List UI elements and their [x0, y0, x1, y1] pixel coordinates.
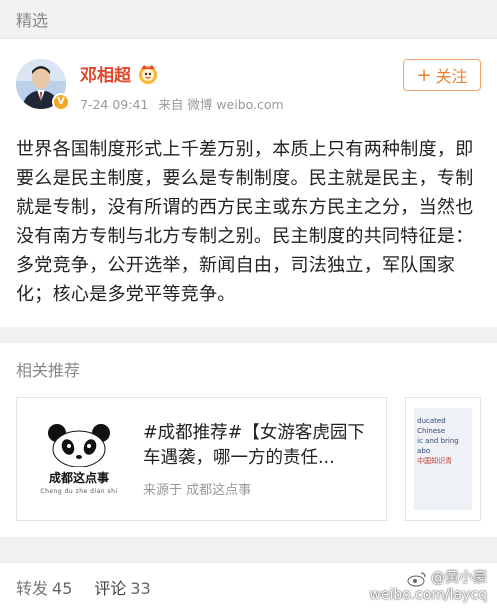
- secondary-line: ducated Chinese: [417, 417, 446, 435]
- watermark-url: weibo.com/laycq: [369, 587, 487, 603]
- plus-icon: +: [416, 64, 432, 86]
- post-meta: 邓相超 7-24 09:41 来自 微博 weibo.com: [80, 55, 290, 113]
- post-source: 来自 微博 weibo.com: [158, 97, 284, 112]
- avatar[interactable]: V: [16, 59, 70, 111]
- recommend-card[interactable]: 成都这点事 Cheng du zhe dian shi #成都推荐#【女游客虎园…: [16, 397, 388, 521]
- panda-logo-icon: 成都这点事 Cheng du zhe dian shi: [29, 409, 129, 509]
- repost-label: 转发: [16, 578, 49, 598]
- weibo-post: V 邓相超 7-24 09:41 来自 微博 weibo.com + 关注 世界…: [0, 38, 497, 327]
- recommend-title: 相关推荐: [16, 361, 81, 380]
- watermark-handle: @黄小豪: [431, 570, 487, 586]
- section-divider: [0, 327, 497, 343]
- username[interactable]: 邓相超: [80, 61, 131, 86]
- vip-crown-icon: [139, 64, 157, 84]
- section-label: 精选: [16, 11, 49, 30]
- recommend-source: 来源于 成都这点事: [143, 482, 252, 498]
- weibo-watermark: @黄小豪 weibo.com/laycq: [369, 570, 487, 604]
- comment-count: 33: [130, 578, 151, 598]
- recommend-card-secondary[interactable]: ducated Chinese ic and bring abo 中国知识青: [405, 397, 481, 521]
- brand-pinyin: Cheng du zhe dian shi: [40, 488, 118, 495]
- secondary-line: 中国知识青: [417, 457, 453, 465]
- verified-badge-icon: V: [52, 93, 70, 111]
- secondary-line: ic and bring abo: [417, 437, 459, 455]
- follow-button[interactable]: + 关注: [403, 59, 481, 91]
- name-row: 邓相超: [80, 61, 290, 86]
- watermark-top: @黄小豪: [369, 570, 487, 587]
- comment-label: 评论: [94, 578, 127, 598]
- section-header: 精选: [0, 0, 497, 38]
- recommend-card-secondary-thumb: ducated Chinese ic and bring abo 中国知识青: [414, 408, 472, 510]
- repost-count: 45: [52, 578, 73, 598]
- related-recommendations: 相关推荐 成都这点事 Cheng du zhe dian shi #成都推荐#【…: [0, 343, 497, 537]
- post-text: 世界各国制度形式上千差万别，本质上只有两种制度，即要么是民主制度，要么是专制制度…: [16, 139, 474, 305]
- recommend-card-body: #成都推荐#【女游客虎园下车遇袭，哪一方的责任... 来源于 成都这点事: [143, 421, 374, 498]
- post-subinfo: 7-24 09:41 来自 微博 weibo.com: [80, 94, 290, 113]
- repost-button[interactable]: 转发 45: [16, 575, 72, 599]
- follow-label: 关注: [435, 67, 468, 86]
- weibo-logo-icon: [407, 571, 426, 586]
- comment-button[interactable]: 评论 33: [94, 575, 150, 599]
- recommend-cards: 成都这点事 Cheng du zhe dian shi #成都推荐#【女游客虎园…: [16, 397, 481, 521]
- post-timestamp: 7-24 09:41: [80, 97, 149, 112]
- post-header: V 邓相超 7-24 09:41 来自 微博 weibo.com + 关注: [16, 55, 481, 125]
- recommend-headline: #成都推荐#【女游客虎园下车遇袭，哪一方的责任...: [143, 422, 365, 468]
- brand-name: 成都这点事: [48, 471, 109, 485]
